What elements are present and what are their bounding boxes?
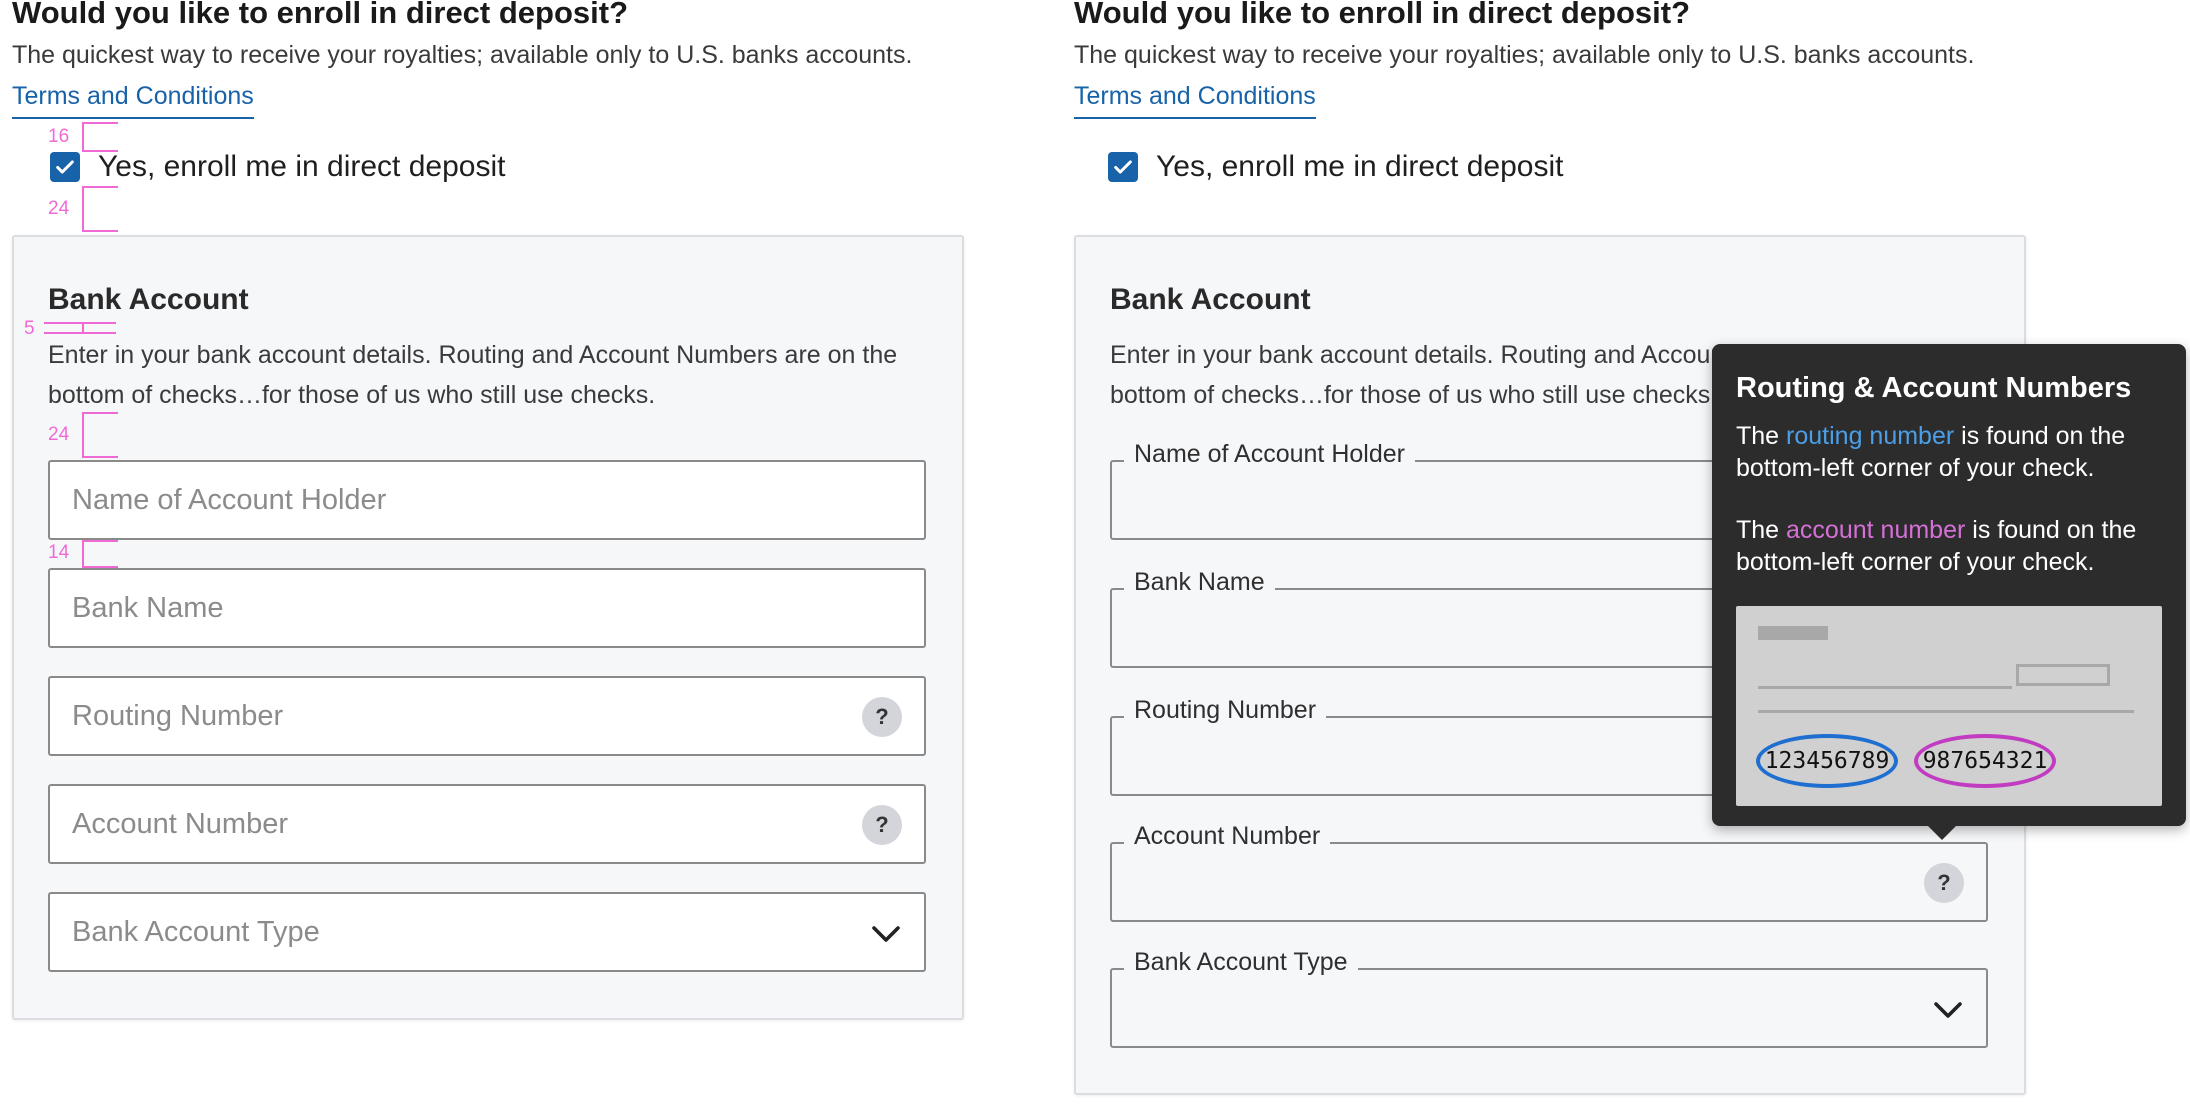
routing-number-highlight: routing number: [1786, 422, 1955, 450]
account-number-input[interactable]: Account Number ?: [48, 784, 926, 864]
annotation-16: 16: [48, 126, 70, 147]
annotation-line: [82, 150, 118, 152]
right-variant: Would you like to enroll in direct depos…: [1074, 0, 2054, 1095]
account-number-placeholder: Account Number: [72, 808, 288, 840]
check-amount-box: [2016, 664, 2110, 686]
annotation-line: [82, 566, 118, 568]
routing-number-placeholder: Routing Number: [72, 700, 284, 732]
check-illustration: 123456789 987654321: [1736, 606, 2162, 806]
annotation-line: [82, 540, 118, 542]
chevron-down-icon: [872, 926, 900, 942]
check-bank-mark: [1758, 626, 1828, 640]
question-subtitle: The quickest way to receive your royalti…: [1074, 41, 1975, 69]
enroll-row: Yes, enroll me in direct deposit: [50, 150, 505, 184]
account-type-select[interactable]: Bank Account Type: [1110, 948, 1988, 1048]
tooltip-text: The: [1736, 422, 1787, 450]
tooltip-text: The: [1736, 516, 1787, 544]
account-holder-label: Name of Account Holder: [1124, 440, 1415, 469]
annotation-line: [82, 122, 118, 124]
annotation-line: [82, 322, 84, 334]
account-holder-input[interactable]: Name of Account Holder: [48, 460, 926, 540]
annotation-line: [44, 332, 116, 334]
tooltip-account-text: The account number is found on the botto…: [1736, 514, 2166, 578]
bank-account-card: Bank Account Enter in your bank account …: [12, 235, 964, 1020]
card-title: Bank Account: [1110, 283, 1311, 316]
card-title: Bank Account: [48, 283, 249, 316]
annotation-line: [82, 186, 84, 232]
question-subtitle: The quickest way to receive your royalti…: [12, 41, 913, 69]
routing-account-tooltip: Routing & Account Numbers The routing nu…: [1712, 344, 2186, 840]
annotation-line: [82, 540, 84, 568]
annotation-line: [82, 186, 118, 188]
account-holder-placeholder: Name of Account Holder: [72, 484, 387, 516]
annotation-line: [82, 122, 84, 152]
routing-number-sample: 123456789: [1756, 734, 1898, 788]
enroll-row: Yes, enroll me in direct deposit: [1108, 150, 1563, 184]
check-line: [1758, 710, 2134, 713]
enroll-label: Yes, enroll me in direct deposit: [1156, 150, 1564, 183]
tooltip-title: Routing & Account Numbers: [1736, 372, 2132, 404]
annotation-line: [82, 230, 118, 232]
account-help-icon[interactable]: ?: [862, 805, 902, 845]
checkmark-icon: [56, 160, 74, 174]
account-type-select[interactable]: Bank Account Type: [48, 892, 926, 972]
annotation-line: [82, 456, 118, 458]
annotation-line: [82, 412, 118, 414]
account-number-sample: 987654321: [1914, 734, 2056, 788]
annotation-5: 5: [24, 318, 35, 339]
bank-name-placeholder: Bank Name: [72, 592, 224, 624]
enroll-checkbox[interactable]: [1108, 152, 1138, 182]
account-help-icon[interactable]: ?: [1924, 863, 1964, 903]
annotation-line: [44, 322, 116, 324]
bank-name-input[interactable]: Bank Name: [48, 568, 926, 648]
bank-name-label: Bank Name: [1124, 568, 1275, 597]
routing-number-label: Routing Number: [1124, 696, 1327, 725]
account-type-placeholder: Bank Account Type: [72, 916, 320, 948]
account-type-label: Bank Account Type: [1124, 948, 1358, 977]
account-number-input[interactable]: Account Number ?: [1110, 822, 1988, 922]
card-description: Enter in your bank account details. Rout…: [48, 341, 898, 409]
annotation-24-mid: 24: [48, 424, 70, 445]
enroll-label: Yes, enroll me in direct deposit: [98, 150, 506, 183]
account-number-label: Account Number: [1124, 822, 1331, 851]
routing-help-icon[interactable]: ?: [862, 697, 902, 737]
check-line: [1758, 686, 2012, 689]
annotation-line: [82, 412, 84, 458]
left-variant: Would you like to enroll in direct depos…: [12, 0, 992, 1020]
terms-link[interactable]: Terms and Conditions: [12, 82, 254, 119]
question-title: Would you like to enroll in direct depos…: [1074, 0, 1691, 30]
account-number-highlight: account number: [1786, 516, 1966, 544]
enroll-checkbox[interactable]: [50, 152, 80, 182]
annotation-14: 14: [48, 542, 70, 563]
chevron-down-icon: [1934, 1002, 1962, 1018]
terms-link[interactable]: Terms and Conditions: [1074, 82, 1316, 119]
routing-number-input[interactable]: Routing Number ?: [48, 676, 926, 756]
annotation-24-top: 24: [48, 198, 70, 219]
tooltip-routing-text: The routing number is found on the botto…: [1736, 420, 2166, 484]
question-title: Would you like to enroll in direct depos…: [12, 0, 629, 30]
checkmark-icon: [1114, 160, 1132, 174]
